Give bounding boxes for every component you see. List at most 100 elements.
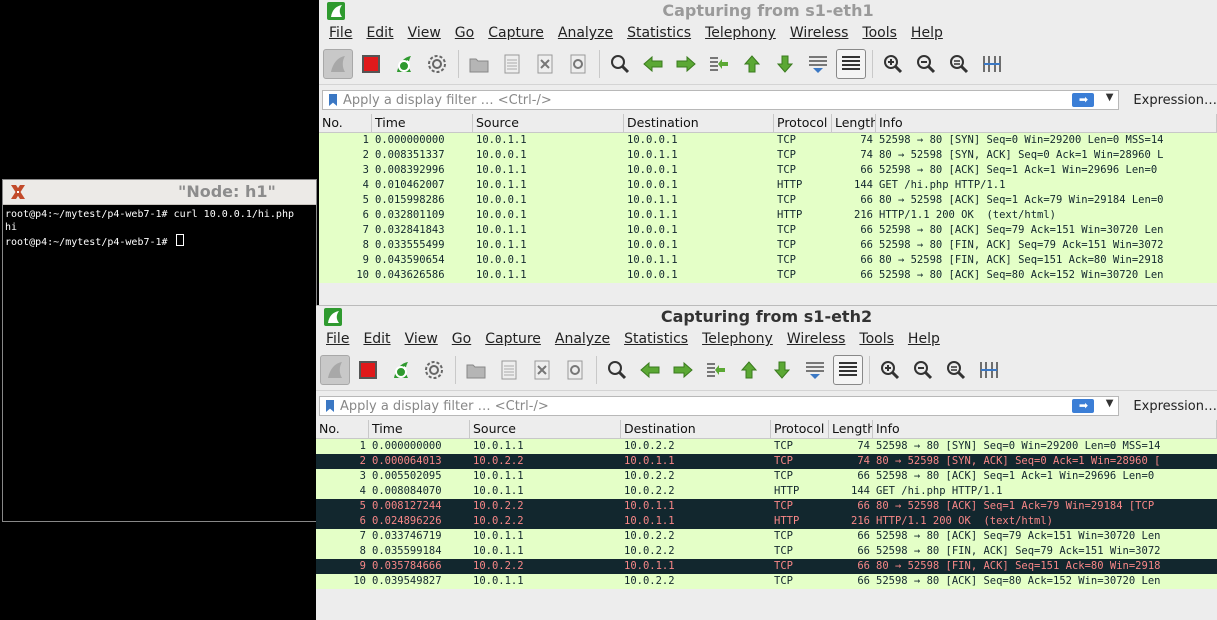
packet-row[interactable]: 8 0.033555499 10.0.1.1 10.0.0.1 TCP 66 52598 →… <box>319 238 1217 253</box>
close-file-button[interactable] <box>530 49 560 79</box>
zoom-in-button[interactable] <box>878 49 908 79</box>
packet-row[interactable]: 2 0.008351337 10.0.0.1 10.0.1.1 TCP 74 80 → 52… <box>319 148 1217 163</box>
packet-row[interactable]: 1 0.000000000 10.0.1.1 10.0.2.2 TCP 74 52598 →… <box>316 439 1217 454</box>
menu-capture[interactable]: Capture <box>485 331 541 347</box>
apply-filter-arrow-icon[interactable]: ➡ <box>1072 399 1095 413</box>
go-forward-button[interactable] <box>671 49 701 79</box>
go-first-packet-button[interactable] <box>734 355 764 385</box>
menu-wireless[interactable]: Wireless <box>790 25 849 41</box>
column-header-len[interactable]: Length <box>832 114 876 132</box>
find-packet-button[interactable] <box>602 355 632 385</box>
packet-row[interactable]: 3 0.008392996 10.0.1.1 10.0.0.1 TCP 66 52598 →… <box>319 163 1217 178</box>
bookmark-icon[interactable] <box>326 400 334 412</box>
packet-row[interactable]: 3 0.005502095 10.0.1.1 10.0.2.2 TCP 66 52598 →… <box>316 469 1217 484</box>
expression-button[interactable]: Expression… <box>1133 93 1217 108</box>
save-file-button[interactable] <box>494 355 524 385</box>
menu-wireless[interactable]: Wireless <box>787 331 846 347</box>
menu-tools[interactable]: Tools <box>859 331 894 347</box>
reload-file-button[interactable] <box>563 49 593 79</box>
go-back-button[interactable] <box>638 49 668 79</box>
menu-telephony[interactable]: Telephony <box>705 25 776 41</box>
apply-filter-arrow-icon[interactable]: ➡ <box>1072 93 1095 107</box>
go-to-packet-button[interactable] <box>701 355 731 385</box>
go-first-packet-button[interactable] <box>737 49 767 79</box>
menu-help[interactable]: Help <box>908 331 940 347</box>
menu-go[interactable]: Go <box>452 331 471 347</box>
column-header-no[interactable]: No. <box>316 420 369 438</box>
packet-row[interactable]: 2 0.000064013 10.0.2.2 10.0.1.1 TCP 74 80 → 52… <box>316 454 1217 469</box>
window-titlebar[interactable]: Capturing from s1-eth1 <box>319 0 1217 22</box>
bookmark-icon[interactable] <box>329 94 337 106</box>
terminal-window[interactable]: "Node: h1" root@p4:~/mytest/p4-web7-1# c… <box>2 179 317 522</box>
menu-statistics[interactable]: Statistics <box>627 25 691 41</box>
menu-help[interactable]: Help <box>911 25 943 41</box>
column-header-len[interactable]: Length <box>829 420 873 438</box>
zoom-out-button[interactable] <box>908 355 938 385</box>
stop-capture-button[interactable] <box>353 355 383 385</box>
menu-telephony[interactable]: Telephony <box>702 331 773 347</box>
filter-history-dropdown-icon[interactable]: ▼ <box>1106 398 1114 409</box>
packet-row[interactable]: 10 0.043626586 10.0.1.1 10.0.0.1 TCP 66 52598 … <box>319 268 1217 283</box>
zoom-normal-button[interactable] <box>944 49 974 79</box>
menu-file[interactable]: File <box>329 25 352 41</box>
packet-row[interactable]: 1 0.000000000 10.0.1.1 10.0.0.1 TCP 74 52598 →… <box>319 133 1217 148</box>
column-header-no[interactable]: No. <box>319 114 372 132</box>
packet-row[interactable]: 4 0.008084070 10.0.1.1 10.0.2.2 HTTP 144 GET /… <box>316 484 1217 499</box>
autoscroll-button[interactable] <box>803 49 833 79</box>
menu-edit[interactable]: Edit <box>366 25 393 41</box>
close-file-button[interactable] <box>527 355 557 385</box>
menu-tools[interactable]: Tools <box>862 25 897 41</box>
go-last-packet-button[interactable] <box>770 49 800 79</box>
start-capture-button[interactable] <box>323 49 353 79</box>
packet-row[interactable]: 5 0.015998286 10.0.0.1 10.0.1.1 TCP 66 80 → 52… <box>319 193 1217 208</box>
column-header-dst[interactable]: Destination <box>621 420 771 438</box>
column-header-src[interactable]: Source <box>470 420 621 438</box>
packet-row[interactable]: 6 0.024896226 10.0.2.2 10.0.1.1 HTTP 216 HTTP/… <box>316 514 1217 529</box>
go-forward-button[interactable] <box>668 355 698 385</box>
packet-row[interactable]: 10 0.039549827 10.0.1.1 10.0.2.2 TCP 66 52598 … <box>316 574 1217 589</box>
filter-history-dropdown-icon[interactable]: ▼ <box>1106 92 1114 103</box>
column-header-dst[interactable]: Destination <box>624 114 774 132</box>
column-header-proto[interactable]: Protocol <box>771 420 829 438</box>
column-header-info[interactable]: Info <box>876 114 1217 132</box>
packet-list[interactable]: No. Time Source Destination Protocol Length In… <box>316 420 1217 589</box>
open-file-button[interactable] <box>464 49 494 79</box>
terminal-titlebar[interactable]: "Node: h1" <box>3 180 316 205</box>
packet-row[interactable]: 7 0.033746719 10.0.1.1 10.0.2.2 TCP 66 52598 →… <box>316 529 1217 544</box>
packet-row[interactable]: 4 0.010462007 10.0.1.1 10.0.0.1 HTTP 144 GET /… <box>319 178 1217 193</box>
resize-columns-button[interactable] <box>974 355 1004 385</box>
menu-edit[interactable]: Edit <box>363 331 390 347</box>
expression-button[interactable]: Expression… <box>1133 399 1217 414</box>
menu-analyze[interactable]: Analyze <box>555 331 610 347</box>
column-header-src[interactable]: Source <box>473 114 624 132</box>
packet-row[interactable]: 6 0.032801109 10.0.0.1 10.0.1.1 HTTP 216 HTTP/… <box>319 208 1217 223</box>
menu-file[interactable]: File <box>326 331 349 347</box>
start-capture-button[interactable] <box>320 355 350 385</box>
capture-options-button[interactable] <box>422 49 452 79</box>
column-header-time[interactable]: Time <box>369 420 470 438</box>
open-file-button[interactable] <box>461 355 491 385</box>
menu-view[interactable]: View <box>405 331 438 347</box>
go-to-packet-button[interactable] <box>704 49 734 79</box>
packet-row[interactable]: 7 0.032841843 10.0.1.1 10.0.0.1 TCP 66 52598 →… <box>319 223 1217 238</box>
stop-capture-button[interactable] <box>356 49 386 79</box>
go-last-packet-button[interactable] <box>767 355 797 385</box>
menu-go[interactable]: Go <box>455 25 474 41</box>
window-titlebar[interactable]: Capturing from s1-eth2 <box>316 306 1217 328</box>
colorize-button[interactable] <box>836 49 866 79</box>
terminal-screen[interactable]: root@p4:~/mytest/p4-web7-1# curl 10.0.0.… <box>3 205 316 521</box>
column-header-time[interactable]: Time <box>372 114 473 132</box>
packet-row[interactable]: 5 0.008127244 10.0.2.2 10.0.1.1 TCP 66 80 → 52… <box>316 499 1217 514</box>
find-packet-button[interactable] <box>605 49 635 79</box>
restart-capture-button[interactable] <box>389 49 419 79</box>
menu-view[interactable]: View <box>408 25 441 41</box>
menu-analyze[interactable]: Analyze <box>558 25 613 41</box>
packet-list[interactable]: No. Time Source Destination Protocol Length In… <box>319 114 1217 283</box>
wireshark-window-s1-eth1[interactable]: Capturing from s1-eth1 File Edit View Go Capt… <box>319 0 1217 305</box>
zoom-out-button[interactable] <box>911 49 941 79</box>
resize-columns-button[interactable] <box>977 49 1007 79</box>
menu-statistics[interactable]: Statistics <box>624 331 688 347</box>
wireshark-window-s1-eth2[interactable]: Capturing from s1-eth2 File Edit View Go Capt… <box>316 305 1217 620</box>
capture-options-button[interactable] <box>419 355 449 385</box>
colorize-button[interactable] <box>833 355 863 385</box>
